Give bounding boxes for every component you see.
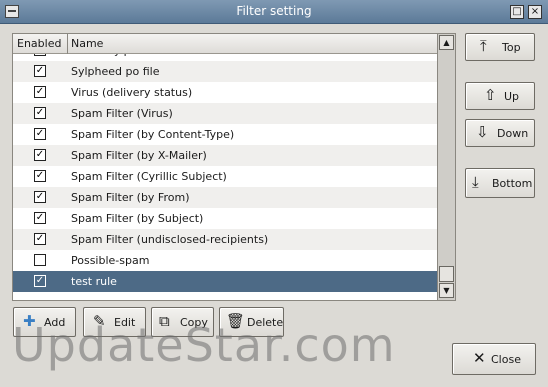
filter-name: Spam Filter (by From) [71,191,190,204]
list-item[interactable]: ✓ Spam Filter (by X-Mailer) [13,145,437,166]
top-button-label: Top [502,41,521,54]
close-window-button[interactable]: × [528,5,542,19]
filter-name: About Sylpheed [71,54,158,57]
close-button[interactable]: ✕ Close [452,343,536,375]
enabled-checkbox[interactable]: ✓ [34,86,46,98]
down-button[interactable]: ⇩ Down [465,119,535,147]
bottom-button-label: Bottom [492,177,533,190]
list-item[interactable]: ✓ Virus (delivery status) [13,82,437,103]
close-icon: ✕ [473,349,486,367]
enabled-checkbox[interactable]: ✓ [34,107,46,119]
down-button-label: Down [497,127,529,140]
filter-name: test rule [71,275,117,288]
list-header: Enabled Name [13,34,437,54]
enabled-checkbox[interactable] [34,254,46,266]
filter-name: Virus (delivery status) [71,86,193,99]
filter-name: Spam Filter (by X-Mailer) [71,149,207,162]
bottom-button[interactable]: ⤓ Bottom [465,168,535,198]
enabled-checkbox[interactable]: ✓ [34,54,46,56]
scrollbar-thumb[interactable] [439,266,454,282]
list-item[interactable]: ✓ Spam Filter (undisclosed-recipients) [13,229,437,250]
list-item[interactable]: ✓ Spam Filter (by Subject) [13,208,437,229]
enabled-checkbox[interactable]: ✓ [34,65,46,77]
list-item[interactable]: ✓ About Sylpheed [13,54,437,61]
watermark-text: UpdateStar.com [12,318,396,372]
filter-name: Spam Filter (undisclosed-recipients) [71,233,269,246]
filter-name: Spam Filter (Virus) [71,107,173,120]
filter-name: Spam Filter (Cyrillic Subject) [71,170,227,183]
up-button-label: Up [504,90,520,103]
list-item[interactable]: ✓ Spam Filter (Virus) [13,103,437,124]
column-header-enabled[interactable]: Enabled [17,37,61,50]
enabled-checkbox[interactable]: ✓ [34,212,46,224]
enabled-checkbox[interactable]: ✓ [34,275,46,287]
filter-name: Spam Filter (by Subject) [71,212,204,225]
list-item[interactable]: ✓ Spam Filter (Cyrillic Subject) [13,166,437,187]
arrow-up-icon: ⇧ [484,86,497,104]
filter-name: Spam Filter (by Content-Type) [71,128,235,141]
scroll-up-arrow-icon[interactable]: ▲ [439,35,454,50]
window-titlebar: Filter setting □ × [0,0,548,24]
window-title: Filter setting [236,4,312,18]
list-item[interactable]: ✓ Sylpheed po file [13,61,437,82]
list-item[interactable]: ✓ Spam Filter (by From) [13,187,437,208]
list-item[interactable]: Possible-spam [13,250,437,271]
vertical-scrollbar[interactable]: ▲ ▼ [437,34,455,300]
enabled-checkbox[interactable]: ✓ [34,149,46,161]
enabled-checkbox[interactable]: ✓ [34,233,46,245]
top-button[interactable]: ⤒ Top [465,33,535,61]
move-bottom-icon: ⤓ [472,173,479,191]
filter-name: Possible-spam [71,254,150,267]
list-rows: ✓ About Sylpheed ✓ Sylpheed po file ✓ Virus (… [13,54,437,300]
enabled-checkbox[interactable]: ✓ [34,170,46,182]
enabled-checkbox[interactable]: ✓ [34,128,46,140]
scroll-down-arrow-icon[interactable]: ▼ [439,283,454,298]
arrow-down-icon: ⇩ [476,123,489,141]
list-item[interactable]: ✓ test rule [13,271,437,292]
close-button-label: Close [491,353,521,366]
column-separator [67,34,68,54]
enabled-checkbox[interactable]: ✓ [34,191,46,203]
column-header-name[interactable]: Name [71,37,103,50]
up-button[interactable]: ⇧ Up [465,82,535,110]
list-item[interactable]: ✓ Spam Filter (by Content-Type) [13,124,437,145]
move-top-icon: ⤒ [480,37,487,55]
filter-list[interactable]: Enabled Name ✓ About Sylpheed ✓ Sylpheed po… [12,33,456,301]
filter-name: Sylpheed po file [71,65,160,78]
maximize-button[interactable]: □ [510,5,524,19]
